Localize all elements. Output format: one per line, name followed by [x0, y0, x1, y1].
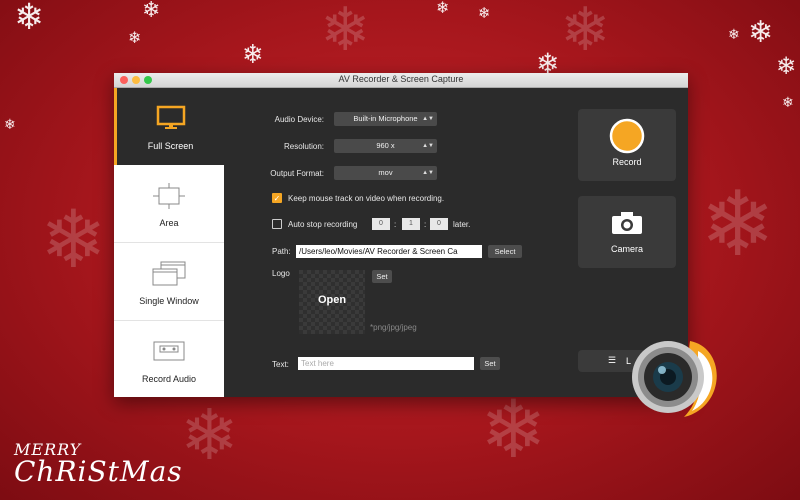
cassette-icon	[153, 341, 185, 361]
record-icon	[609, 118, 645, 154]
list-icon: ☰	[608, 355, 617, 365]
auto-stop-suffix: later.	[453, 220, 471, 229]
area-select-icon	[153, 183, 185, 209]
set-text-button[interactable]: Set	[480, 357, 500, 370]
camera-icon	[612, 212, 642, 234]
camera-label: Camera	[610, 244, 643, 254]
path-label: Path:	[272, 247, 291, 256]
windows-icon	[152, 261, 186, 286]
snowflake-icon: ❄	[242, 40, 264, 70]
resolution-label: Resolution:	[283, 142, 324, 151]
resolution-value: 960 x	[376, 141, 395, 150]
updown-arrow-icon: ▲▼	[422, 143, 434, 149]
logo-drop-area[interactable]: Open	[299, 270, 365, 334]
sidebar-item-record-audio[interactable]: Record Audio	[114, 321, 224, 397]
settings-panel: Audio Device: Built-in Microphone ▲▼ Res…	[224, 88, 688, 397]
text-input[interactable]: Text here	[298, 357, 474, 370]
snowflake-icon: ❄	[320, 0, 371, 65]
app-logo-icon	[632, 341, 717, 417]
select-path-button[interactable]: Select	[488, 245, 522, 258]
sidebar-item-label: Full Screen	[147, 141, 194, 151]
snowflake-icon: ❄	[700, 172, 776, 277]
audio-device-label: Audio Device:	[274, 115, 324, 124]
snowflake-icon: ❄	[782, 95, 794, 111]
snowflake-icon: ❄	[14, 0, 45, 38]
app-window: AV Recorder & Screen Capture Full Screen…	[114, 73, 688, 397]
keep-mouse-label: Keep mouse track on video when recording…	[288, 194, 445, 203]
sidebar-item-single-window[interactable]: Single Window	[114, 243, 224, 321]
auto-stop-label: Auto stop recording	[288, 220, 358, 229]
time-separator: :	[394, 220, 397, 229]
snowflake-icon: ❄	[436, 0, 450, 17]
output-format-label: Output Format:	[270, 169, 324, 178]
sidebar-item-label: Single Window	[139, 296, 199, 306]
window-title: AV Recorder & Screen Capture	[338, 74, 464, 84]
output-format-value: mov	[378, 168, 393, 177]
updown-arrow-icon: ▲▼	[422, 170, 434, 176]
record-label: Record	[612, 157, 642, 167]
snowflake-icon: ❄	[748, 15, 774, 50]
logo-label: Logo	[272, 269, 290, 278]
snowflake-icon: ❄	[776, 52, 797, 80]
auto-stop-hours-input[interactable]: 0	[372, 218, 390, 230]
output-format-select[interactable]: mov ▲▼	[334, 166, 437, 180]
auto-stop-seconds-input[interactable]: 0	[430, 218, 448, 230]
snowflake-icon: ❄	[480, 383, 548, 476]
resolution-select[interactable]: 960 x ▲▼	[334, 139, 437, 153]
set-logo-button[interactable]: Set	[372, 270, 392, 283]
updown-arrow-icon: ▲▼	[422, 116, 434, 122]
snowflake-icon: ❄	[142, 0, 161, 23]
greeting-line2: ChRiStMas	[14, 455, 183, 488]
sidebar-item-area[interactable]: Area	[114, 165, 224, 243]
snowflake-icon: ❄	[180, 394, 239, 476]
snowflake-icon: ❄	[4, 117, 16, 133]
title-bar: AV Recorder & Screen Capture	[114, 73, 688, 88]
auto-stop-checkbox[interactable]	[272, 219, 282, 229]
logo-format-hint: *png/jpg/jpeg	[370, 323, 417, 332]
merry-christmas-greeting: MERRY ChRiStMas	[14, 440, 183, 488]
monitor-icon	[156, 105, 185, 129]
snowflake-icon: ❄	[728, 27, 740, 43]
audio-device-select[interactable]: Built-in Microphone ▲▼	[334, 112, 437, 126]
audio-device-value: Built-in Microphone	[353, 114, 418, 123]
sidebar-item-label: Area	[159, 218, 179, 228]
record-button[interactable]: Record	[578, 109, 676, 181]
snowflake-icon: ❄	[40, 193, 108, 286]
keep-mouse-checkbox[interactable]: ✓	[272, 193, 282, 203]
text-label: Text:	[272, 360, 289, 369]
snowflake-icon: ❄	[560, 0, 611, 65]
mode-sidebar: Full Screen Area Single Window Record Au…	[114, 88, 224, 397]
open-logo-label: Open	[317, 294, 347, 306]
path-input[interactable]: /Users/leo/Movies/AV Recorder & Screen C…	[296, 245, 482, 258]
camera-button[interactable]: Camera	[578, 196, 676, 268]
sidebar-item-label: Record Audio	[141, 374, 197, 384]
time-separator: :	[424, 220, 427, 229]
snowflake-icon: ❄	[478, 4, 491, 22]
snowflake-icon: ❄	[128, 28, 142, 47]
auto-stop-minutes-input[interactable]: 1	[402, 218, 420, 230]
sidebar-item-full-screen[interactable]: Full Screen	[114, 88, 224, 165]
